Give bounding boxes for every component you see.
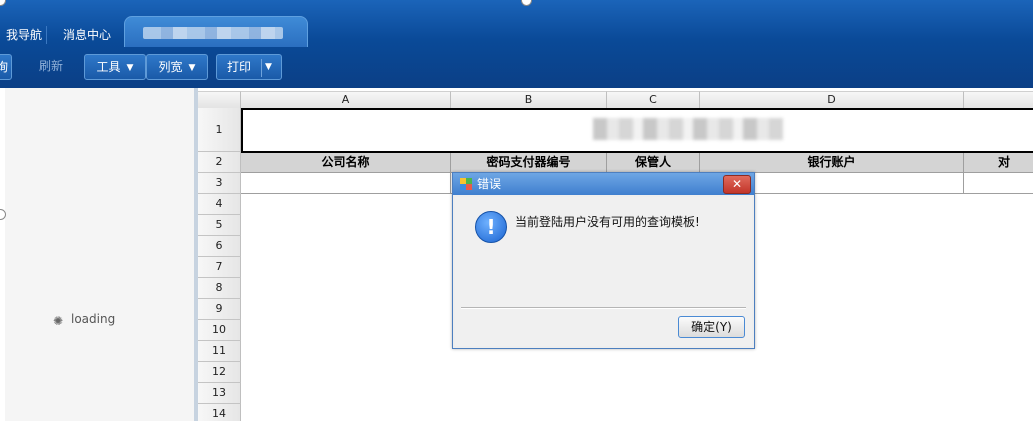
dialog-title: 错误 xyxy=(477,177,502,191)
dialog-divider xyxy=(461,307,746,309)
row-header[interactable]: 2 xyxy=(198,152,241,173)
tab-divider xyxy=(46,26,47,44)
close-button[interactable]: ✕ xyxy=(723,175,751,194)
header-partial[interactable]: 对 xyxy=(964,153,1033,173)
tab-message-center[interactable]: 消息中心 xyxy=(63,24,111,46)
row-header[interactable]: 6 xyxy=(198,236,241,257)
row-header[interactable]: 5 xyxy=(198,215,241,236)
loading-indicator: ✺ loading xyxy=(53,312,116,328)
tab-current[interactable] xyxy=(124,16,308,47)
cell[interactable] xyxy=(964,173,1033,194)
dialog-title-bar[interactable]: 错误 ✕ xyxy=(453,173,754,195)
column-width-label: 列宽 xyxy=(158,60,183,74)
toolbar: 询 刷新 工具 ▼ 列宽 ▼ 打印 ▼ xyxy=(0,48,1033,88)
query-button[interactable]: 询 xyxy=(0,54,12,80)
info-icon: ! xyxy=(475,211,507,243)
row-header[interactable]: 10 xyxy=(198,320,241,341)
column-header-a[interactable]: A xyxy=(241,91,451,109)
header-company-name[interactable]: 公司名称 xyxy=(241,153,451,173)
app-logo-icon xyxy=(460,178,472,190)
tab-bar: 我导航 消息中心 xyxy=(0,14,1033,47)
chevron-down-icon: ▼ xyxy=(188,63,196,73)
header-custodian[interactable]: 保管人 xyxy=(607,153,700,173)
row-header[interactable]: 12 xyxy=(198,362,241,383)
tab-current-label-redacted xyxy=(143,27,283,39)
row-header[interactable]: 8 xyxy=(198,278,241,299)
corner-header xyxy=(198,91,241,109)
title-cell[interactable] xyxy=(241,108,1033,153)
row-header[interactable]: 4 xyxy=(198,194,241,215)
tab-navigation[interactable]: 我导航 xyxy=(6,24,42,46)
row-header[interactable]: 13 xyxy=(198,383,241,404)
title-redacted xyxy=(593,118,783,140)
app-header: 我导航 消息中心 询 刷新 工具 ▼ 列宽 ▼ 打印 ▼ xyxy=(0,0,1033,88)
chevron-down-icon[interactable]: ▼ xyxy=(265,55,272,79)
left-panel: ✺ loading xyxy=(5,88,198,421)
row-header[interactable]: 9 xyxy=(198,299,241,320)
row-header[interactable]: 14 xyxy=(198,404,241,421)
column-header-b[interactable]: B xyxy=(451,91,607,109)
header-bank-account[interactable]: 银行账户 xyxy=(700,153,964,173)
error-dialog: 错误 ✕ ! 当前登陆用户没有可用的查询模板! 确定(Y) xyxy=(452,172,755,349)
header-token-number[interactable]: 密码支付器编号 xyxy=(451,153,607,173)
cell[interactable] xyxy=(241,173,451,194)
query-button-label: 询 xyxy=(0,60,8,74)
print-label: 打印 xyxy=(227,60,252,74)
ok-button[interactable]: 确定(Y) xyxy=(678,316,745,338)
column-header-d[interactable]: D xyxy=(700,91,964,109)
tools-menu-button[interactable]: 工具 ▼ xyxy=(84,54,146,80)
loading-text: loading xyxy=(71,312,116,326)
refresh-button[interactable]: 刷新 xyxy=(34,54,68,78)
row-header[interactable]: 3 xyxy=(198,173,241,194)
column-header-c[interactable]: C xyxy=(607,91,700,109)
column-width-menu-button[interactable]: 列宽 ▼ xyxy=(146,54,208,80)
row-header[interactable]: 1 xyxy=(198,108,241,152)
print-button[interactable]: 打印 ▼ xyxy=(216,54,282,80)
split-divider xyxy=(261,59,262,77)
tools-label: 工具 xyxy=(96,60,121,74)
row-header[interactable]: 7 xyxy=(198,257,241,278)
column-header-e[interactable] xyxy=(964,91,1033,109)
row-header[interactable]: 11 xyxy=(198,341,241,362)
chevron-down-icon: ▼ xyxy=(126,63,134,73)
spinner-icon: ✺ xyxy=(53,314,64,328)
dialog-message: 当前登陆用户没有可用的查询模板! xyxy=(515,215,700,229)
dialog-body: ! 当前登陆用户没有可用的查询模板! 确定(Y) xyxy=(455,197,752,346)
